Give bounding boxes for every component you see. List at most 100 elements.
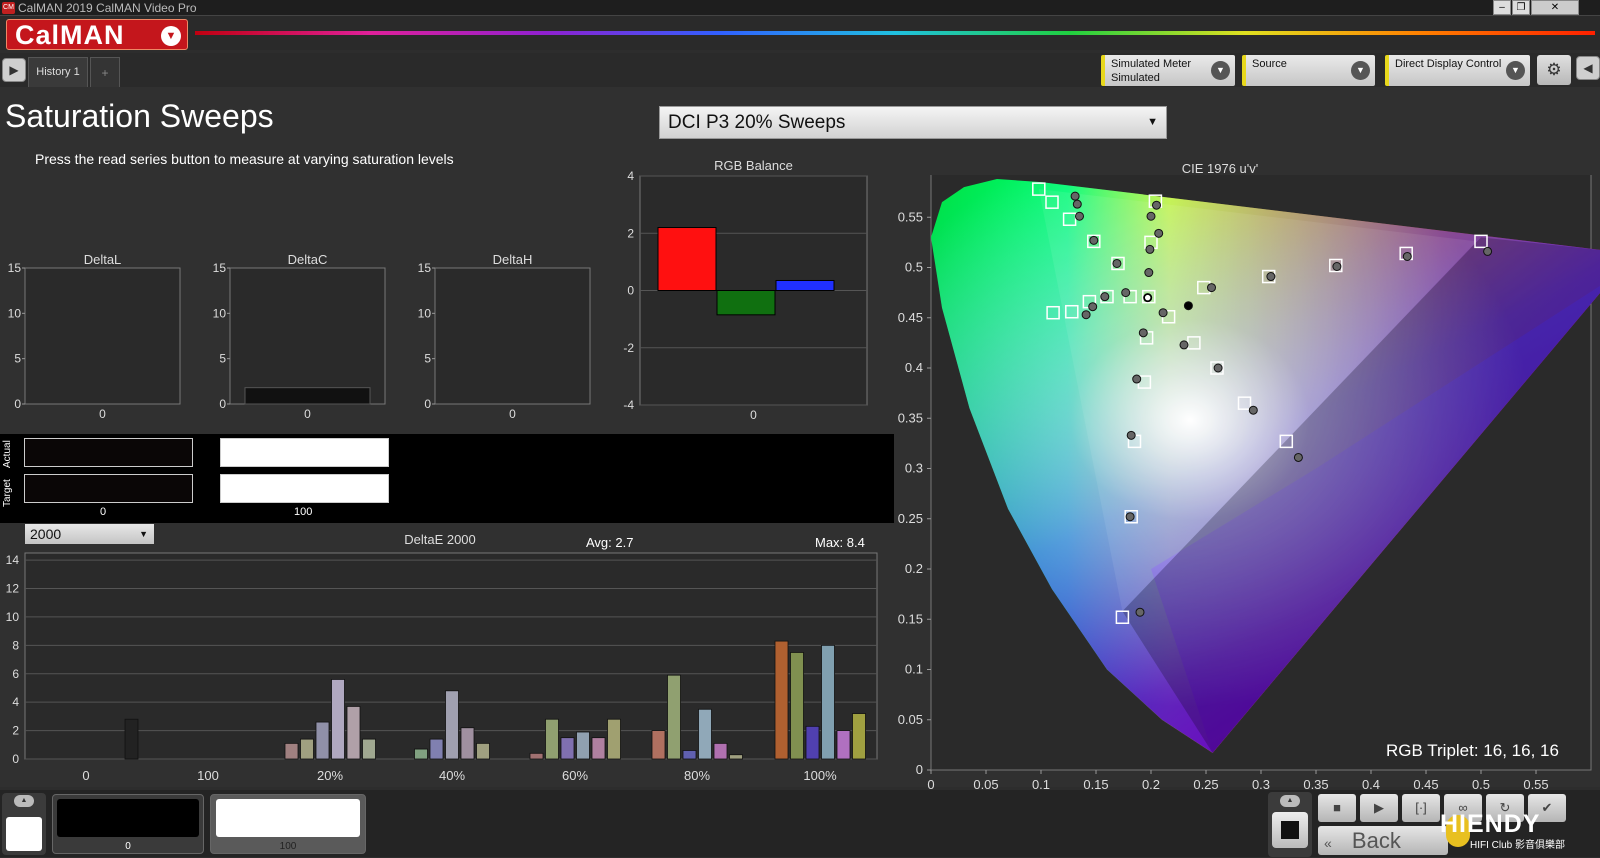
target-swatch-0[interactable]	[24, 474, 193, 503]
measured-point	[1132, 374, 1142, 384]
deltae-bar	[315, 721, 330, 760]
tab-history-1[interactable]: History 1	[28, 57, 88, 87]
delta-chart-title: DeltaC	[288, 253, 328, 267]
settings-button[interactable]: ⚙	[1537, 55, 1571, 85]
y-tick-label: 14	[6, 553, 20, 567]
target-swatch-100[interactable]	[220, 474, 389, 503]
rgb-balance-chart: RGB Balance 4 2 0 -2 -4 0	[623, 160, 868, 422]
measured-point	[1112, 258, 1122, 268]
deltae-bar	[476, 742, 490, 760]
x-tick-label: 0.35	[1303, 777, 1328, 790]
measured-point	[1121, 288, 1131, 298]
scroll-up-button[interactable]: ▲	[1280, 795, 1300, 807]
measured-point	[1138, 328, 1148, 338]
patch-thumb-label: 100	[279, 841, 297, 852]
measured-point	[1145, 244, 1155, 254]
source-dropdown[interactable]: Source ▼	[1242, 55, 1375, 86]
display-control-dropdown[interactable]: Direct Display Control ▼	[1385, 55, 1530, 86]
y-tick-label: 8	[12, 638, 19, 652]
calman-menu-button[interactable]: CalMAN ▼	[6, 19, 188, 50]
stop-button[interactable]	[1272, 812, 1308, 848]
minimize-button[interactable]: –	[1493, 0, 1511, 15]
measured-point	[1248, 405, 1258, 415]
x-tick-label: 0.2	[1142, 777, 1160, 790]
scroll-up-button[interactable]: ▲	[14, 795, 34, 807]
patch-thumb-color	[57, 799, 199, 837]
y-tick-label: 4	[12, 695, 19, 709]
x-tick-label: 0	[750, 408, 757, 422]
deltae-bar	[331, 679, 345, 760]
read-series-button[interactable]: [·]	[1402, 794, 1440, 822]
collapse-right-button[interactable]: ◀	[1576, 56, 1600, 80]
deltae-bar	[651, 730, 666, 760]
x-tick-label: 0.05	[973, 777, 998, 790]
white-point-marker	[1143, 293, 1152, 302]
delta-chart-title: DeltaH	[493, 253, 533, 267]
chevron-down-icon: ▼	[1506, 61, 1525, 80]
deltae-bar	[124, 718, 139, 760]
patch-thumb-100[interactable]: 100	[210, 794, 366, 854]
deltae-mode-select[interactable]: 2000 ▼	[25, 524, 154, 544]
deltae-bar	[836, 730, 851, 760]
measured-point	[1144, 268, 1154, 278]
actual-swatch-100[interactable]	[220, 438, 389, 467]
patch-thumb-color	[216, 799, 360, 837]
deltae-bar	[805, 725, 820, 760]
delta-bar	[244, 387, 371, 405]
page-subtitle: Press the read series button to measure …	[35, 151, 454, 167]
display-control-label: Direct Display Control	[1395, 58, 1502, 70]
chevron-down-icon: ▼	[1351, 61, 1370, 80]
measured-point	[1089, 235, 1099, 245]
y-tick-label: 10	[213, 306, 227, 320]
deltae-bar	[445, 690, 459, 760]
measured-point	[1483, 246, 1493, 256]
y-tick-label: 0	[916, 762, 923, 777]
x-tick-label: 40%	[439, 768, 465, 783]
actual-swatch-0[interactable]	[24, 438, 193, 467]
add-tab-button[interactable]: +	[90, 57, 120, 87]
series-select[interactable]: DCI P3 20% Sweeps ▼	[659, 106, 1167, 139]
measured-point	[1266, 272, 1276, 282]
expand-left-button[interactable]: ▶	[2, 58, 26, 82]
y-tick-label: 5	[219, 352, 226, 366]
rgb-bar-blue	[775, 279, 835, 291]
deltae-bar	[560, 737, 575, 760]
x-tick-label: 80%	[684, 768, 710, 783]
stop-read-button[interactable]: ■	[1318, 794, 1356, 822]
maximize-button[interactable]: ❐	[1512, 0, 1530, 15]
measured-point	[1158, 308, 1168, 318]
chevron-down-icon: ▼	[139, 529, 148, 539]
measured-point	[1146, 211, 1156, 221]
x-tick-label: 0.25	[1193, 777, 1218, 790]
measured-point	[1081, 310, 1091, 320]
measured-point	[1213, 363, 1223, 373]
y-tick-label: 0.4	[905, 360, 923, 375]
window-title-bar: CM CalMAN 2019 CalMAN Video Pro – ❐ ✕	[0, 0, 1600, 16]
patch-thumb-0[interactable]: 0	[52, 794, 204, 854]
stop-icon	[1281, 821, 1299, 839]
x-tick-label: 0.3	[1252, 777, 1270, 790]
back-button[interactable]: « Back	[1318, 826, 1448, 855]
measured-point	[1126, 430, 1136, 440]
deltae-bar	[429, 738, 444, 760]
y-tick-label: 2	[627, 226, 634, 240]
measured-point	[1088, 302, 1098, 312]
deltae-bar	[529, 752, 544, 760]
y-tick-label: 0	[12, 752, 19, 766]
x-tick-label: 0.45	[1413, 777, 1438, 790]
play-icon: ▶	[1374, 800, 1384, 815]
watermark-sub: HIFI Club 影音俱樂部	[1470, 840, 1566, 851]
swatch-label-100: 100	[294, 506, 313, 518]
y-tick-label: 0.05	[898, 712, 923, 727]
app-icon: CM	[2, 2, 15, 14]
delta-chart-frame	[229, 267, 386, 405]
y-tick-label: 0	[424, 397, 431, 411]
current-patch-preview	[6, 817, 42, 851]
delta-chart-frame	[24, 267, 181, 405]
deltae-bar	[607, 718, 621, 760]
y-tick-label: 4	[627, 169, 634, 183]
swatch-label-0: 0	[100, 506, 107, 518]
meter-dropdown[interactable]: Simulated Meter Simulated ▼	[1101, 55, 1235, 86]
close-button[interactable]: ✕	[1531, 0, 1579, 15]
read-button[interactable]: ▶	[1360, 794, 1398, 822]
